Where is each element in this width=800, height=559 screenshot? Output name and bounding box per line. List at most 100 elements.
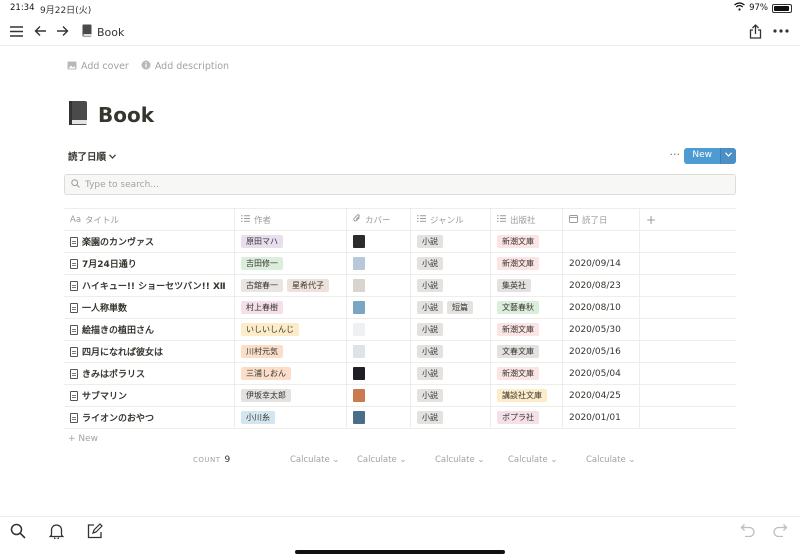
date-cell[interactable]: 2020/05/16	[563, 341, 640, 362]
add-column-button[interactable]: +	[640, 209, 736, 230]
add-description-button[interactable]: Add description	[141, 60, 229, 73]
cover-cell[interactable]	[347, 231, 411, 252]
cover-cell[interactable]	[347, 363, 411, 384]
calculate-publisher[interactable]: Calculate ⌄	[508, 455, 558, 465]
new-dropdown-button[interactable]	[720, 148, 736, 164]
publisher-cell[interactable]: 文藝春秋	[491, 297, 563, 318]
undo-icon[interactable]	[740, 523, 756, 541]
title-cell[interactable]: 7月24日通り	[64, 253, 235, 274]
table-row[interactable]: ライオンのおやつ 小川糸 小説 ポプラ社 2020/01/01	[64, 407, 736, 429]
cover-cell[interactable]	[347, 385, 411, 406]
search-input[interactable]	[85, 179, 685, 190]
author-cell[interactable]: 三浦しおん	[235, 363, 347, 384]
genre-cell[interactable]: 小説	[411, 253, 491, 274]
table-row[interactable]: 一人称単数 村上春樹 小説 短篇 文藝春秋 2020/08/10	[64, 297, 736, 319]
date-cell[interactable]: 2020/04/25	[563, 385, 640, 406]
breadcrumb[interactable]: Book	[82, 24, 124, 40]
column-header-title[interactable]: Aa タイトル	[64, 209, 235, 230]
view-more-icon[interactable]: ···	[670, 148, 681, 161]
genre-cell[interactable]: 小説	[411, 319, 491, 340]
cover-thumbnail[interactable]	[353, 235, 365, 248]
add-new-row-button[interactable]: + New	[68, 434, 98, 444]
table-row[interactable]: 楽園のカンヴァス 原田マハ 小説 新潮文庫	[64, 231, 736, 253]
author-cell[interactable]: 小川糸	[235, 407, 347, 428]
column-header-genre[interactable]: ジャンル	[411, 209, 491, 230]
cover-thumbnail[interactable]	[353, 345, 365, 358]
table-row[interactable]: 四月になれば彼女は 川村元気 小説 文春文庫 2020/05/16	[64, 341, 736, 363]
title-cell[interactable]: ライオンのおやつ	[64, 407, 235, 428]
column-header-cover[interactable]: カバー	[347, 209, 411, 230]
cover-thumbnail[interactable]	[353, 257, 365, 270]
bell-icon[interactable]	[48, 523, 65, 543]
genre-cell[interactable]: 小説	[411, 231, 491, 252]
search-icon[interactable]	[10, 523, 26, 543]
publisher-cell[interactable]: 新潮文庫	[491, 253, 563, 274]
publisher-cell[interactable]: 講談社文庫	[491, 385, 563, 406]
cover-cell[interactable]	[347, 275, 411, 296]
publisher-cell[interactable]: 集英社	[491, 275, 563, 296]
share-icon[interactable]	[747, 23, 763, 39]
title-cell[interactable]: 一人称単数	[64, 297, 235, 318]
cover-cell[interactable]	[347, 319, 411, 340]
arrow-left-icon[interactable]	[32, 23, 48, 39]
author-cell[interactable]: 伊坂幸太郎	[235, 385, 347, 406]
cover-cell[interactable]	[347, 297, 411, 318]
calculate-date[interactable]: Calculate ⌄	[586, 455, 636, 465]
date-cell[interactable]: 2020/09/14	[563, 253, 640, 274]
column-header-author[interactable]: 作者	[235, 209, 347, 230]
publisher-cell[interactable]: 新潮文庫	[491, 363, 563, 384]
author-cell[interactable]: いしいしんじ	[235, 319, 347, 340]
title-cell[interactable]: 絵描きの植田さん	[64, 319, 235, 340]
cover-cell[interactable]	[347, 407, 411, 428]
publisher-cell[interactable]: 文春文庫	[491, 341, 563, 362]
genre-cell[interactable]: 小説	[411, 407, 491, 428]
cover-thumbnail[interactable]	[353, 279, 365, 292]
new-button[interactable]: New	[684, 148, 720, 164]
table-row[interactable]: 7月24日通り 吉田修一 小説 新潮文庫 2020/09/14	[64, 253, 736, 275]
hamburger-icon[interactable]	[8, 23, 24, 39]
page-title-text[interactable]: Book	[98, 103, 154, 127]
cover-thumbnail[interactable]	[353, 367, 365, 380]
genre-cell[interactable]: 小説 短篇	[411, 297, 491, 318]
add-cover-button[interactable]: Add cover	[67, 60, 129, 73]
author-cell[interactable]: 古舘春一 星希代子	[235, 275, 347, 296]
cover-thumbnail[interactable]	[353, 389, 365, 402]
view-selector[interactable]: 読了日順	[68, 149, 116, 163]
author-cell[interactable]: 吉田修一	[235, 253, 347, 274]
more-horizontal-icon[interactable]	[773, 23, 789, 39]
calculate-cover[interactable]: Calculate ⌄	[357, 455, 407, 465]
cover-cell[interactable]	[347, 253, 411, 274]
title-cell[interactable]: きみはポラリス	[64, 363, 235, 384]
cover-thumbnail[interactable]	[353, 301, 365, 314]
table-row[interactable]: きみはポラリス 三浦しおん 小説 新潮文庫 2020/05/04	[64, 363, 736, 385]
date-cell[interactable]: 2020/01/01	[563, 407, 640, 428]
table-row[interactable]: ハイキュー!! ショーセツバン!! Ⅻ 古舘春一 星希代子 小説 集英社 2020/08/…	[64, 275, 736, 297]
cover-thumbnail[interactable]	[353, 323, 365, 336]
author-cell[interactable]: 川村元気	[235, 341, 347, 362]
date-cell[interactable]: 2020/08/10	[563, 297, 640, 318]
genre-cell[interactable]: 小説	[411, 363, 491, 384]
genre-cell[interactable]: 小説	[411, 385, 491, 406]
author-cell[interactable]: 原田マハ	[235, 231, 347, 252]
genre-cell[interactable]: 小説	[411, 341, 491, 362]
column-header-date[interactable]: 読了日	[563, 209, 640, 230]
publisher-cell[interactable]: ポプラ社	[491, 407, 563, 428]
cover-cell[interactable]	[347, 341, 411, 362]
date-cell[interactable]: 2020/05/30	[563, 319, 640, 340]
book-icon[interactable]	[68, 100, 88, 129]
date-cell[interactable]: 2020/08/23	[563, 275, 640, 296]
compose-icon[interactable]	[87, 523, 103, 543]
author-cell[interactable]: 村上春樹	[235, 297, 347, 318]
count-summary[interactable]: COUNT 9	[193, 455, 230, 465]
title-cell[interactable]: 四月になれば彼女は	[64, 341, 235, 362]
date-cell[interactable]	[563, 231, 640, 252]
title-cell[interactable]: ハイキュー!! ショーセツバン!! Ⅻ	[64, 275, 235, 296]
redo-icon[interactable]	[772, 523, 788, 541]
table-row[interactable]: サブマリン 伊坂幸太郎 小説 講談社文庫 2020/04/25	[64, 385, 736, 407]
date-cell[interactable]: 2020/05/04	[563, 363, 640, 384]
table-row[interactable]: 絵描きの植田さん いしいしんじ 小説 新潮文庫 2020/05/30	[64, 319, 736, 341]
calculate-genre[interactable]: Calculate ⌄	[435, 455, 485, 465]
title-cell[interactable]: 楽園のカンヴァス	[64, 231, 235, 252]
genre-cell[interactable]: 小説	[411, 275, 491, 296]
title-cell[interactable]: サブマリン	[64, 385, 235, 406]
